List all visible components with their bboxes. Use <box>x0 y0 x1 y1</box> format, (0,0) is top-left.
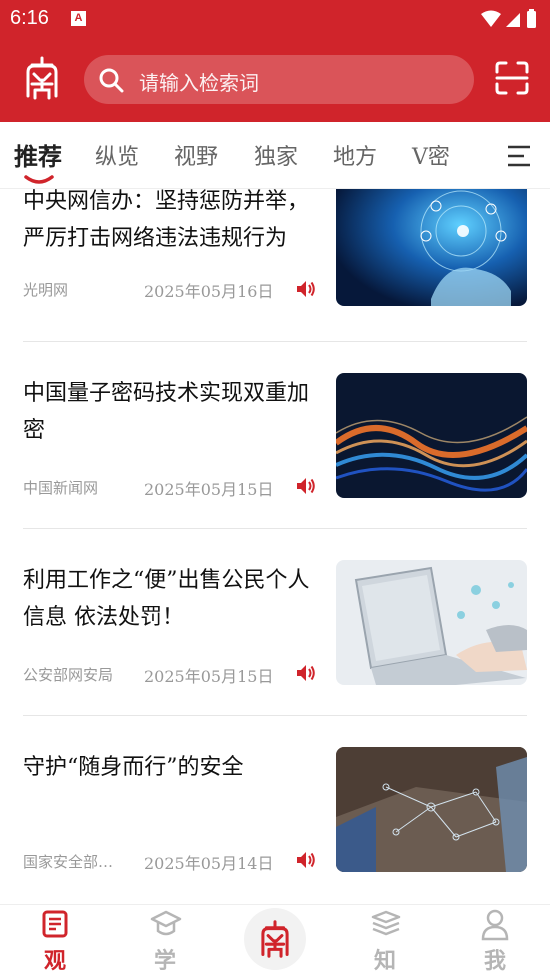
search-bar[interactable]: 请输入检索词 <box>84 55 474 104</box>
nav-label-know: 知 <box>373 948 396 974</box>
bottom-nav: 观 学 知 我 <box>0 904 550 977</box>
news-source: 国家安全部… <box>23 853 114 871</box>
tab-overview[interactable]: 纵览 <box>95 139 139 171</box>
nav-item-learn[interactable]: 学 <box>130 905 200 977</box>
divider <box>23 715 527 716</box>
news-date: 2025年05月15日 <box>144 480 274 499</box>
center-logo-button[interactable] <box>244 908 306 970</box>
speaker-icon[interactable] <box>296 280 316 302</box>
news-thumbnail <box>336 189 527 306</box>
channel-tabs: 推荐 纵览 视野 独家 地方 V密 <box>0 122 550 189</box>
news-item[interactable]: 利用工作之“便”出售公民个人信息 依法处罚！ 公安部网安局 2025年05月15… <box>0 558 550 745</box>
news-thumbnail <box>336 373 527 498</box>
status-bar: 6:16 A <box>0 0 550 40</box>
news-thumbnail <box>336 560 527 685</box>
news-feed: 中央网信办：坚持惩防并举，严厉打击网络违法违规行为 光明网 2025年05月16… <box>0 189 550 904</box>
seal-logo-icon <box>256 920 294 962</box>
search-icon <box>98 67 124 97</box>
news-item[interactable]: 中国量子密码技术实现双重加密 中国新闻网 2025年05月15日 <box>0 371 550 558</box>
news-date: 2025年05月15日 <box>144 667 274 686</box>
tab-exclusive[interactable]: 独家 <box>254 139 298 171</box>
nav-item-me[interactable]: 我 <box>460 905 530 977</box>
divider <box>23 341 527 342</box>
speaker-icon[interactable] <box>296 477 316 499</box>
tab-v-secret[interactable]: V密 <box>412 139 450 171</box>
nav-label-learn: 学 <box>153 948 176 974</box>
news-title: 中央网信办：坚持惩防并举，严厉打击网络违法违规行为 <box>23 189 310 251</box>
active-tab-indicator <box>24 175 54 184</box>
menu-icon[interactable] <box>506 144 532 172</box>
user-icon <box>480 909 510 945</box>
notification-badge-icon: A <box>71 11 86 26</box>
nav-item-know[interactable]: 知 <box>350 905 420 977</box>
tab-recommend[interactable]: 推荐 <box>14 137 62 172</box>
books-icon <box>370 909 402 943</box>
status-time: 6:16 <box>10 7 49 29</box>
news-title: 利用工作之“便”出售公民个人信息 依法处罚！ <box>23 568 310 630</box>
graduation-cap-icon <box>150 909 182 943</box>
news-date: 2025年05月14日 <box>144 854 274 873</box>
news-thumbnail <box>336 747 527 872</box>
news-source: 中国新闻网 <box>23 479 99 497</box>
speaker-icon[interactable] <box>296 664 316 686</box>
scan-icon[interactable] <box>494 60 530 96</box>
news-title: 守护“随身而行”的安全 <box>23 755 244 780</box>
news-date: 2025年05月16日 <box>144 282 274 301</box>
nav-item-view[interactable]: 观 <box>20 905 90 977</box>
news-icon <box>40 909 70 943</box>
news-source: 公安部网安局 <box>23 666 114 684</box>
seal-logo-icon[interactable] <box>20 56 64 100</box>
nav-label-view: 观 <box>43 948 66 974</box>
speaker-icon[interactable] <box>296 851 316 873</box>
status-icons <box>480 9 540 35</box>
news-item[interactable]: 守护“随身而行”的安全 国家安全部… 2025年05月14日 <box>0 745 550 904</box>
news-title: 中国量子密码技术实现双重加密 <box>23 381 310 443</box>
wifi-signal-battery-icon <box>481 9 536 28</box>
nav-label-me: 我 <box>483 948 506 974</box>
divider <box>23 528 527 529</box>
search-placeholder: 请输入检索词 <box>139 71 259 95</box>
app-header: 请输入检索词 <box>0 40 550 122</box>
tab-vision[interactable]: 视野 <box>174 139 218 171</box>
news-source: 光明网 <box>23 281 69 299</box>
tab-local[interactable]: 地方 <box>333 139 377 171</box>
